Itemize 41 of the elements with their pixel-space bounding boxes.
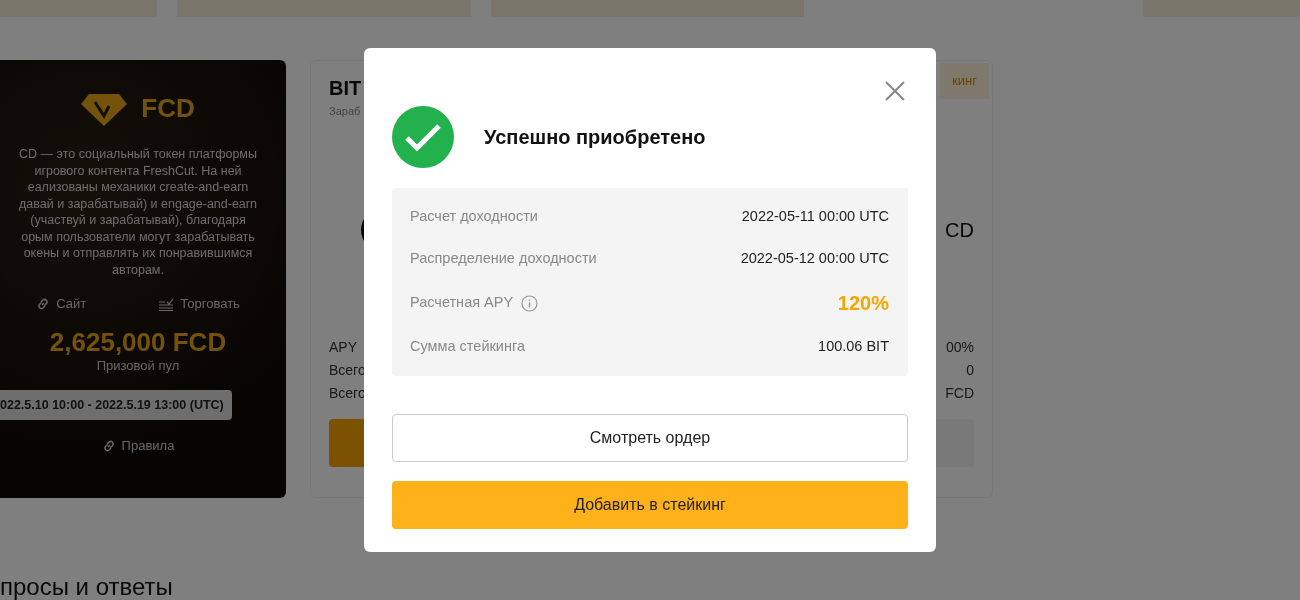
detail-value: 120%	[837, 291, 889, 316]
description-line: давай и зарабатывай) и engage-and-earn	[19, 195, 257, 212]
description-line: (участвуй и зарабатывай), благодаря	[29, 212, 247, 229]
close-button[interactable]	[884, 80, 906, 102]
stat-value: 0	[966, 360, 974, 380]
card-title: BIT	[329, 77, 362, 99]
description-line: CD — это социальный токен платформы	[19, 146, 257, 163]
detail-value: 2022-05-12 00:00 UTC	[740, 249, 889, 269]
stat-value: 00%	[945, 337, 974, 357]
success-check-icon	[392, 106, 454, 168]
link-icon	[36, 296, 51, 311]
detail-label: Расчет доходности	[410, 207, 538, 227]
detail-value: 100.06 BIT	[818, 337, 889, 357]
detail-value: 2022-05-11 00:00 UTC	[741, 207, 889, 227]
section-heading: просы и ответы	[0, 574, 174, 600]
description-line: еализованы механики create-and-earn	[26, 179, 250, 196]
token-name: CD	[945, 217, 974, 243]
description-line: авторам.	[111, 261, 165, 278]
trade-link[interactable]: Торговать	[158, 294, 240, 314]
view-order-button[interactable]: Смотреть ордер	[392, 414, 908, 462]
description-line: игрового контента FreshCut. На ней	[33, 162, 243, 179]
detail-label: Сумма стейкинга	[410, 337, 525, 357]
site-link[interactable]: Сайт	[36, 294, 87, 314]
stat-label: APY	[329, 337, 357, 357]
card-subtitle: Зараб	[329, 104, 362, 119]
modal-title: Успешно приобретено	[484, 125, 706, 150]
description-line: орым пользователи могут зарабатывать	[20, 228, 256, 245]
description-line: окены и отправлять их понравившимся	[22, 245, 254, 262]
add-staking-button[interactable]: Добавить в стейкинг	[392, 481, 908, 529]
staking-badge: кинг	[940, 63, 989, 99]
link-icon	[101, 439, 116, 454]
rules-link[interactable]: Правила	[101, 436, 175, 456]
prize-label: Призовой пул	[96, 357, 180, 376]
stat-value: FCD	[945, 383, 974, 403]
chart-icon	[158, 296, 175, 311]
prize-amount: 2,625,000 FCD	[49, 327, 227, 357]
info-icon[interactable]	[521, 294, 539, 312]
detail-label: Распределение доходности	[410, 249, 597, 269]
detail-label: Расчетная APY	[410, 293, 514, 313]
token-name: FCD	[141, 91, 195, 125]
period-pill: 022.5.10 10:00 - 2022.5.19 13:00 (UTC)	[0, 389, 232, 421]
